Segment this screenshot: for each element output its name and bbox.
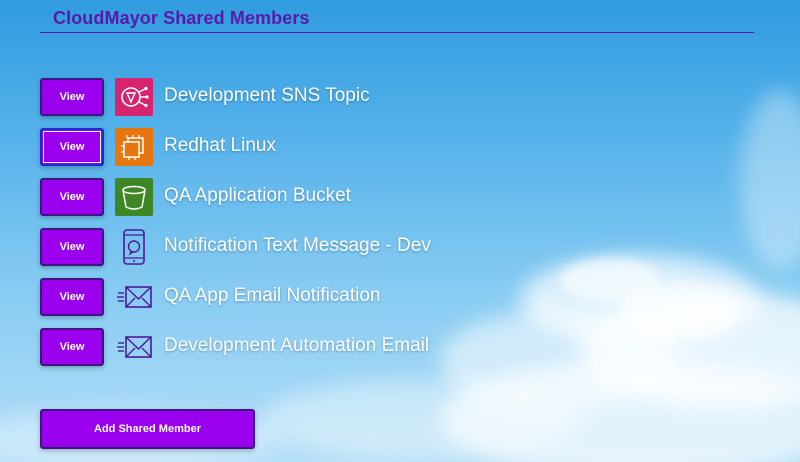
member-name: Development SNS Topic <box>164 85 370 106</box>
view-button[interactable]: View <box>40 128 104 166</box>
view-button[interactable]: View <box>40 278 104 316</box>
member-name: QA Application Bucket <box>164 185 351 206</box>
view-button[interactable]: View <box>40 78 104 116</box>
member-name: Notification Text Message - Dev <box>164 235 431 256</box>
member-row: View QA App Email Notification <box>40 277 740 317</box>
s3-bucket-icon <box>115 178 153 216</box>
email-icon <box>117 286 152 308</box>
member-row: View Development SNS Topic <box>40 77 740 117</box>
member-row: View Development Automation Email <box>40 327 740 367</box>
ec2-instance-icon <box>115 128 153 166</box>
view-button[interactable]: View <box>40 228 104 266</box>
member-name: Development Automation Email <box>164 335 430 356</box>
add-shared-member-button[interactable]: Add Shared Member <box>40 409 255 449</box>
member-row: View Notification Text Message - Dev <box>40 227 740 267</box>
sns-topic-icon <box>115 78 153 116</box>
member-row: View QA Application Bucket <box>40 177 740 217</box>
email-icon <box>117 336 152 358</box>
page-title: CloudMayor Shared Members <box>53 8 310 28</box>
member-row: View Redhat Linux <box>40 127 740 167</box>
mobile-phone-icon <box>123 229 145 265</box>
member-name: Redhat Linux <box>164 135 276 156</box>
view-button[interactable]: View <box>40 328 104 366</box>
member-name: QA App Email Notification <box>164 285 381 306</box>
title-divider <box>40 32 754 33</box>
view-button[interactable]: View <box>40 178 104 216</box>
